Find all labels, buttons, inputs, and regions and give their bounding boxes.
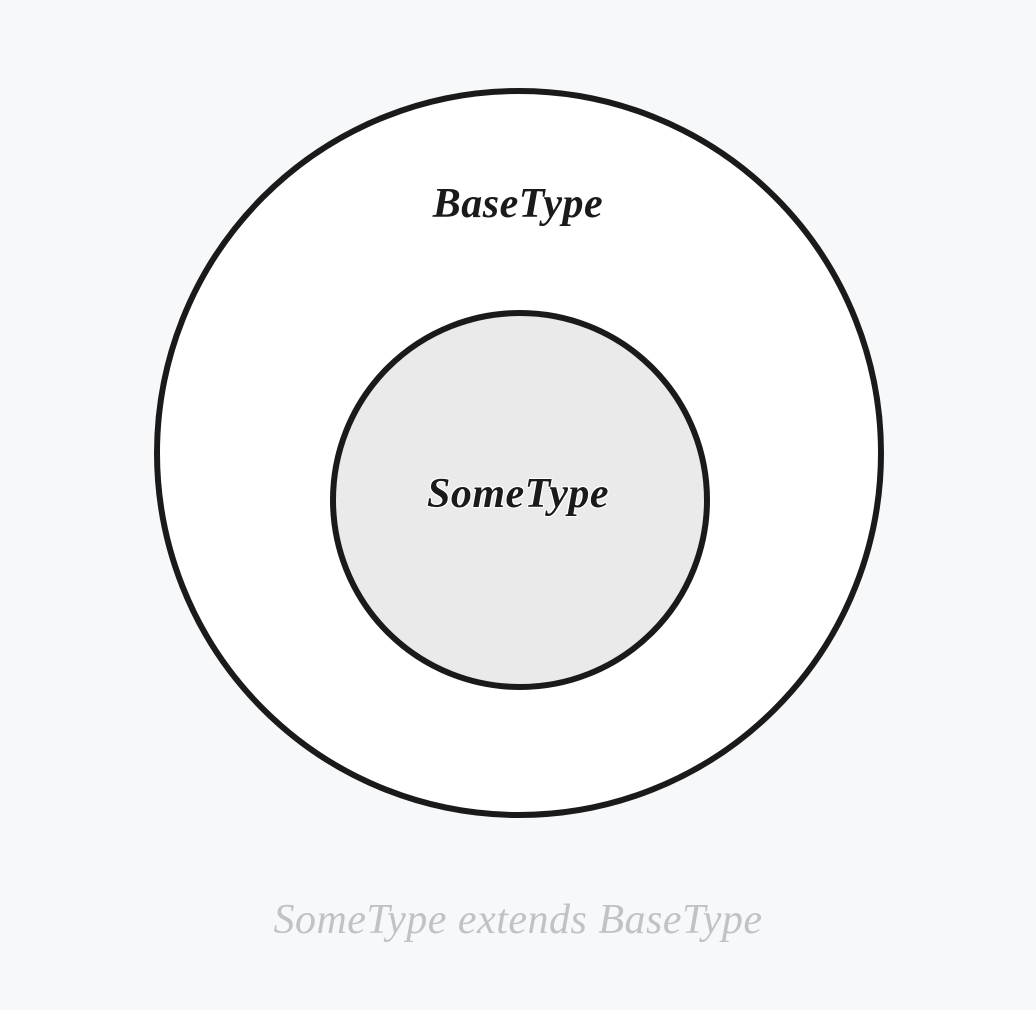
diagram-container: BaseType SomeType SomeType extends BaseT… [0, 0, 1036, 1010]
inner-circle-label: SomeType [0, 470, 1036, 518]
diagram-caption: SomeType extends BaseType [0, 896, 1036, 944]
outer-circle-label: BaseType [0, 180, 1036, 228]
